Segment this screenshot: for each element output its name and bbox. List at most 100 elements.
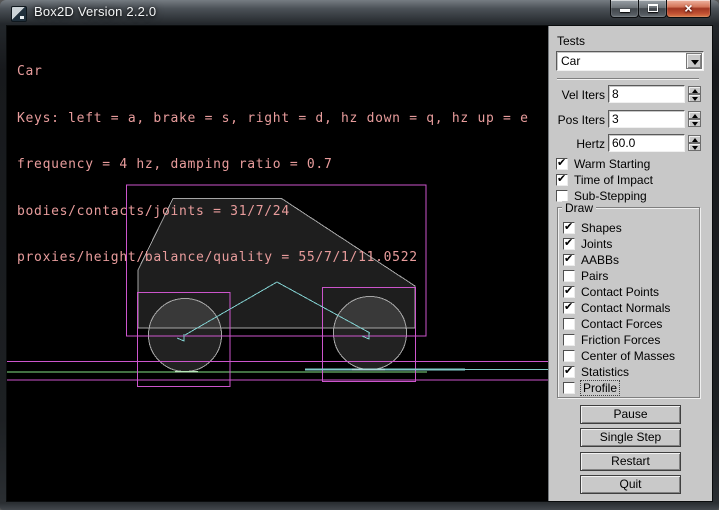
contact-forces-checkbox[interactable]: ✔ bbox=[563, 318, 575, 330]
warm-starting-label: Warm Starting bbox=[574, 157, 650, 171]
checkbox-center-of-masses[interactable]: ✔ Center of Masses bbox=[563, 349, 675, 362]
quit-button[interactable]: Quit bbox=[580, 475, 681, 494]
hud-line-test-name: Car bbox=[17, 64, 529, 80]
pairs-label: Pairs bbox=[581, 269, 608, 283]
hertz-input[interactable] bbox=[608, 134, 685, 152]
pos-iters-label: Pos Iters bbox=[549, 113, 605, 127]
tests-dropdown-value: Car bbox=[561, 54, 580, 68]
control-panel: Tests Car Vel Iters Pos Iters bbox=[548, 26, 712, 501]
separator bbox=[557, 78, 699, 80]
hud-line-proxies: proxies/height/balance/quality = 55/7/1/… bbox=[17, 250, 529, 266]
statistics-label: Statistics bbox=[581, 365, 629, 379]
checkbox-contact-normals[interactable]: ✔ Contact Normals bbox=[563, 301, 670, 314]
sub-stepping-checkbox[interactable]: ✔ bbox=[556, 190, 568, 202]
vel-iters-spinner bbox=[688, 86, 701, 102]
contact-points-checkbox[interactable]: ✔ bbox=[563, 286, 575, 298]
profile-label: Profile bbox=[581, 381, 619, 395]
draw-group-label: Draw bbox=[562, 201, 596, 215]
profile-checkbox[interactable]: ✔ bbox=[563, 382, 575, 394]
check-icon: ✔ bbox=[564, 220, 573, 233]
shapes-checkbox[interactable]: ✔ bbox=[563, 222, 575, 234]
hud-text: Car Keys: left = a, brake = s, right = d… bbox=[17, 33, 529, 297]
check-icon: ✔ bbox=[564, 252, 573, 265]
vel-iters-spin-up[interactable] bbox=[688, 86, 701, 94]
time-of-impact-checkbox[interactable]: ✔ bbox=[556, 174, 568, 186]
window-title: Box2D Version 2.2.0 bbox=[34, 4, 156, 19]
pos-iters-spinner bbox=[688, 111, 701, 127]
close-button[interactable]: × bbox=[666, 0, 711, 18]
single-step-button[interactable]: Single Step bbox=[580, 428, 681, 447]
app-icon bbox=[11, 6, 27, 22]
joints-label: Joints bbox=[581, 237, 612, 251]
checkbox-warm-starting[interactable]: ✔ Warm Starting bbox=[556, 157, 650, 170]
center-of-masses-checkbox[interactable]: ✔ bbox=[563, 350, 575, 362]
hud-line-stats: bodies/contacts/joints = 31/7/24 bbox=[17, 204, 529, 220]
spinner-up-icon bbox=[692, 114, 698, 118]
hertz-spin-down[interactable] bbox=[688, 143, 701, 151]
spinner-down-icon bbox=[692, 146, 698, 150]
pos-iters-spin-up[interactable] bbox=[688, 111, 701, 119]
spinner-down-icon bbox=[692, 122, 698, 126]
maximize-icon bbox=[648, 4, 658, 12]
window-controls: × bbox=[611, 0, 711, 18]
time-of-impact-label: Time of Impact bbox=[574, 173, 653, 187]
contact-points-label: Contact Points bbox=[581, 285, 659, 299]
joints-checkbox[interactable]: ✔ bbox=[563, 238, 575, 250]
center-of-masses-label: Center of Masses bbox=[581, 349, 675, 363]
minimize-button[interactable] bbox=[610, 0, 639, 18]
aabbs-checkbox[interactable]: ✔ bbox=[563, 254, 575, 266]
checkbox-friction-forces[interactable]: ✔ Friction Forces bbox=[563, 333, 660, 346]
contact-forces-label: Contact Forces bbox=[581, 317, 662, 331]
hertz-label: Hertz bbox=[549, 137, 605, 151]
tests-dropdown-button[interactable] bbox=[686, 53, 702, 69]
minimize-icon bbox=[620, 9, 630, 12]
hud-line-keys: Keys: left = a, brake = s, right = d, hz… bbox=[17, 111, 529, 127]
checkbox-profile[interactable]: ✔ Profile bbox=[563, 381, 619, 394]
checkbox-contact-forces[interactable]: ✔ Contact Forces bbox=[563, 317, 662, 330]
pairs-checkbox[interactable]: ✔ bbox=[563, 270, 575, 282]
close-icon: × bbox=[667, 0, 710, 16]
friction-forces-label: Friction Forces bbox=[581, 333, 660, 347]
simulation-canvas[interactable]: Car Keys: left = a, brake = s, right = d… bbox=[7, 26, 548, 501]
checkbox-statistics[interactable]: ✔ Statistics bbox=[563, 365, 629, 378]
maximize-button[interactable] bbox=[638, 0, 667, 18]
hertz-spin-up[interactable] bbox=[688, 135, 701, 143]
shapes-label: Shapes bbox=[581, 221, 622, 235]
warm-starting-checkbox[interactable]: ✔ bbox=[556, 158, 568, 170]
check-icon: ✔ bbox=[564, 236, 573, 249]
vel-iters-label: Vel Iters bbox=[549, 88, 605, 102]
hertz-spinner bbox=[688, 135, 701, 151]
client-area: Car Keys: left = a, brake = s, right = d… bbox=[7, 26, 712, 501]
checkbox-contact-points[interactable]: ✔ Contact Points bbox=[563, 285, 659, 298]
checkbox-pairs[interactable]: ✔ Pairs bbox=[563, 269, 608, 282]
chevron-down-icon bbox=[691, 60, 699, 65]
contact-normals-label: Contact Normals bbox=[581, 301, 670, 315]
statistics-checkbox[interactable]: ✔ bbox=[563, 366, 575, 378]
check-icon: ✔ bbox=[564, 364, 573, 377]
checkbox-shapes[interactable]: ✔ Shapes bbox=[563, 221, 622, 234]
aabbs-label: AABBs bbox=[581, 253, 619, 267]
check-icon: ✔ bbox=[557, 172, 566, 185]
checkbox-aabbs[interactable]: ✔ AABBs bbox=[563, 253, 619, 266]
hud-line-frequency: frequency = 4 hz, damping ratio = 0.7 bbox=[17, 157, 529, 173]
check-icon: ✔ bbox=[564, 300, 573, 313]
check-icon: ✔ bbox=[557, 156, 566, 169]
contact-normals-checkbox[interactable]: ✔ bbox=[563, 302, 575, 314]
vel-iters-input[interactable] bbox=[608, 85, 685, 103]
checkbox-joints[interactable]: ✔ Joints bbox=[563, 237, 612, 250]
restart-button[interactable]: Restart bbox=[580, 452, 681, 471]
pos-iters-spin-down[interactable] bbox=[688, 119, 701, 127]
vel-iters-spin-down[interactable] bbox=[688, 94, 701, 102]
tests-dropdown[interactable]: Car bbox=[556, 51, 704, 71]
spinner-up-icon bbox=[692, 138, 698, 142]
app-window: Box2D Version 2.2.0 × Car Keys: left = a… bbox=[0, 0, 719, 510]
title-bar[interactable]: Box2D Version 2.2.0 × bbox=[0, 0, 719, 26]
spinner-up-icon bbox=[692, 89, 698, 93]
checkbox-time-of-impact[interactable]: ✔ Time of Impact bbox=[556, 173, 653, 186]
tests-label: Tests bbox=[557, 34, 585, 48]
friction-forces-checkbox[interactable]: ✔ bbox=[563, 334, 575, 346]
pause-button[interactable]: Pause bbox=[580, 405, 681, 424]
check-icon: ✔ bbox=[564, 284, 573, 297]
spinner-down-icon bbox=[692, 97, 698, 101]
pos-iters-input[interactable] bbox=[608, 110, 685, 128]
